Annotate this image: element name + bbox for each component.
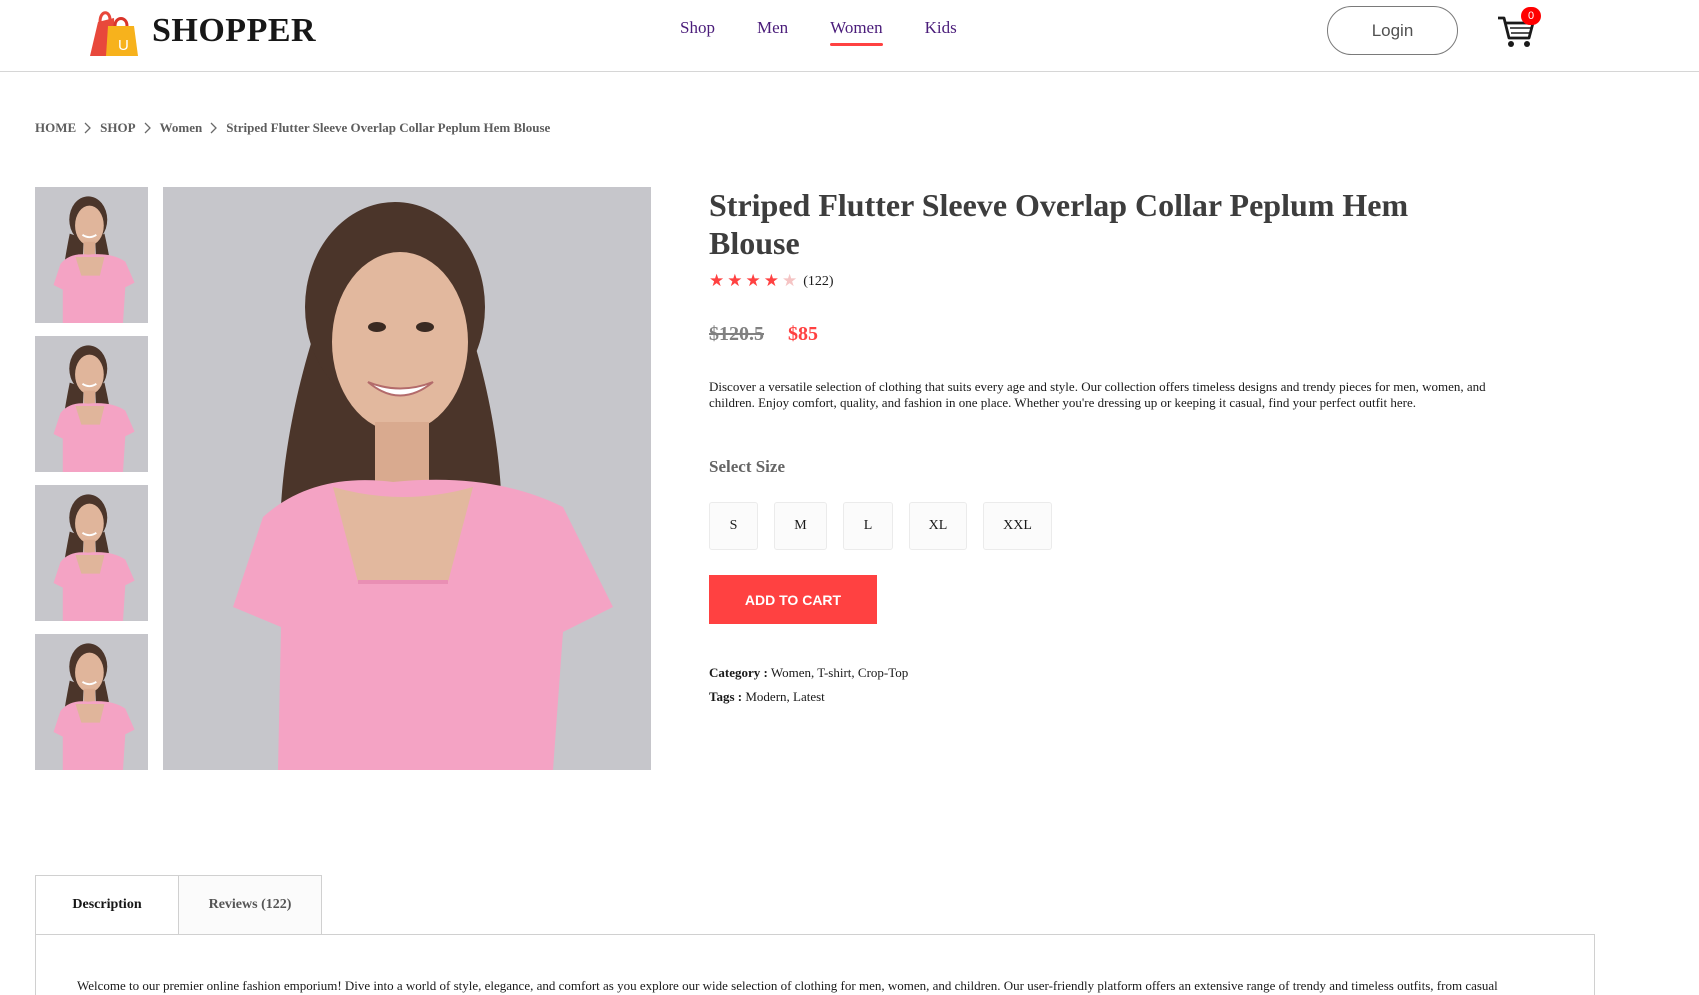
size-option-s[interactable]: S (709, 502, 758, 550)
breadcrumb-shop[interactable]: SHOP (100, 120, 135, 136)
thumbnail-list (35, 187, 148, 770)
rating: ★ ★ ★ ★ ★ (122) (709, 273, 834, 290)
breadcrumb-home[interactable]: HOME (35, 120, 76, 136)
review-count: (122) (803, 273, 834, 289)
chevron-right-icon (84, 122, 92, 134)
product-main-image (163, 187, 651, 770)
size-option-l[interactable]: L (843, 502, 893, 550)
navbar: U SHOPPER Shop Men Women Kids Login 0 (0, 0, 1699, 72)
star-filled-icon: ★ (727, 271, 743, 291)
tags-label: Tags : (709, 689, 743, 704)
star-filled-icon: ★ (763, 271, 779, 291)
breadcrumb-category[interactable]: Women (160, 120, 203, 136)
select-size-label: Select Size (709, 457, 785, 476)
breadcrumb: HOME SHOP Women Striped Flutter Sleeve O… (35, 120, 550, 136)
new-price: $85 (788, 323, 818, 345)
login-button[interactable]: Login (1327, 6, 1458, 55)
product-thumbnail[interactable] (35, 485, 148, 621)
star-empty-icon: ★ (782, 271, 798, 291)
tab-panel: Welcome to our premier online fashion em… (35, 934, 1595, 995)
nav-menu: Shop Men Women Kids (680, 18, 999, 46)
nav-item-women[interactable]: Women (830, 18, 884, 46)
tab-reviews[interactable]: Reviews (122) (178, 875, 322, 935)
tab-description[interactable]: Description (35, 875, 179, 935)
star-filled-icon: ★ (709, 271, 725, 291)
cart-count-badge: 0 (1521, 7, 1541, 25)
price-block: $120.5 $85 (709, 323, 818, 346)
shopping-bag-icon: U (88, 6, 140, 56)
size-selector: S M L XL XXL (709, 502, 1052, 550)
star-filled-icon: ★ (745, 271, 761, 291)
product-title: Striped Flutter Sleeve Overlap Collar Pe… (709, 187, 1409, 261)
tab-content-text: Welcome to our premier online fashion em… (77, 978, 1498, 993)
tags-line: Tags : Modern, Latest (709, 689, 825, 705)
category-value: Women, T-shirt, Crop-Top (770, 665, 909, 680)
nav-item-men[interactable]: Men (757, 18, 788, 38)
logo-letter: U (118, 37, 129, 54)
nav-item-shop[interactable]: Shop (680, 18, 715, 38)
add-to-cart-button[interactable]: ADD TO CART (709, 575, 877, 624)
size-option-xl[interactable]: XL (909, 502, 967, 550)
product-thumbnail[interactable] (35, 336, 148, 472)
breadcrumb-product: Striped Flutter Sleeve Overlap Collar Pe… (226, 120, 551, 135)
old-price: $120.5 (709, 323, 764, 345)
nav-item-kids[interactable]: Kids (925, 18, 957, 38)
tags-value: Modern, Latest (745, 689, 825, 704)
logo[interactable]: U SHOPPER (88, 6, 316, 56)
product-thumbnail[interactable] (35, 634, 148, 770)
chevron-right-icon (210, 122, 218, 134)
size-option-m[interactable]: M (774, 502, 827, 550)
product-tabs: Description Reviews (122) (35, 875, 322, 935)
category-line: Category : Women, T-shirt, Crop-Top (709, 665, 908, 681)
product-description: Discover a versatile selection of clothi… (709, 379, 1486, 410)
brand-name: SHOPPER (152, 12, 317, 49)
category-label: Category : (709, 665, 768, 680)
product-thumbnail[interactable] (35, 187, 148, 323)
size-option-xxl[interactable]: XXL (983, 502, 1052, 550)
chevron-right-icon (144, 122, 152, 134)
